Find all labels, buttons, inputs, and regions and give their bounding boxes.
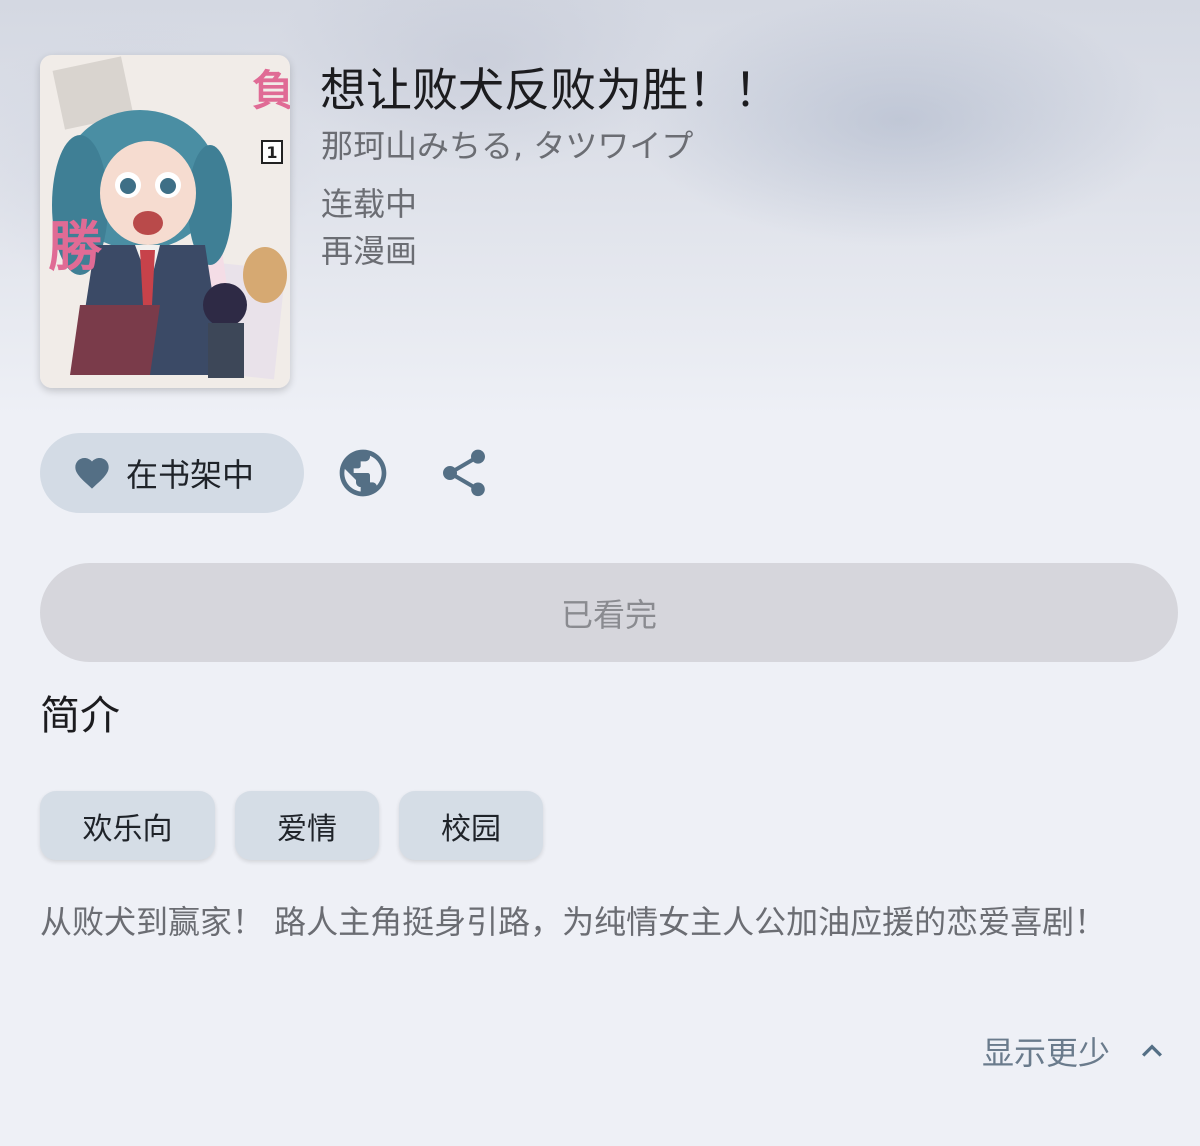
chevron-up-icon	[1142, 1044, 1162, 1057]
cover-image[interactable]: 負 勝 1	[40, 55, 290, 388]
manga-status: 连载中	[321, 185, 418, 223]
manga-authors[interactable]: 那珂山みちる, タツワイプ	[321, 126, 693, 166]
manga-source: 再漫画	[321, 232, 418, 270]
tag-chip[interactable]: 欢乐向	[40, 791, 215, 860]
globe-icon[interactable]	[335, 445, 391, 501]
tag-chip[interactable]: 爱情	[235, 791, 379, 860]
heart-icon	[75, 458, 109, 489]
cover-volume: 1	[266, 143, 277, 162]
show-less-label: 显示更少	[981, 1034, 1110, 1072]
description-text: 从败犬到赢家！ 路人主角挺身引路，为纯情女主人公加油应援的恋爱喜剧！	[40, 903, 1107, 941]
cover-title-char: 勝	[48, 215, 103, 278]
share-icon[interactable]	[436, 445, 492, 501]
show-less-toggle[interactable]: 显示更少	[982, 1028, 1172, 1074]
intro-heading: 简介	[40, 693, 120, 739]
in-library-button[interactable]: 在书架中	[40, 433, 304, 513]
read-complete-button[interactable]: 已看完	[40, 563, 1178, 662]
tag-chip[interactable]: 校园	[399, 791, 543, 860]
cover-title-char: 負	[252, 66, 290, 115]
manga-title: 想让败犬反败为胜！！	[320, 63, 780, 117]
in-library-label: 在书架中	[126, 456, 255, 494]
